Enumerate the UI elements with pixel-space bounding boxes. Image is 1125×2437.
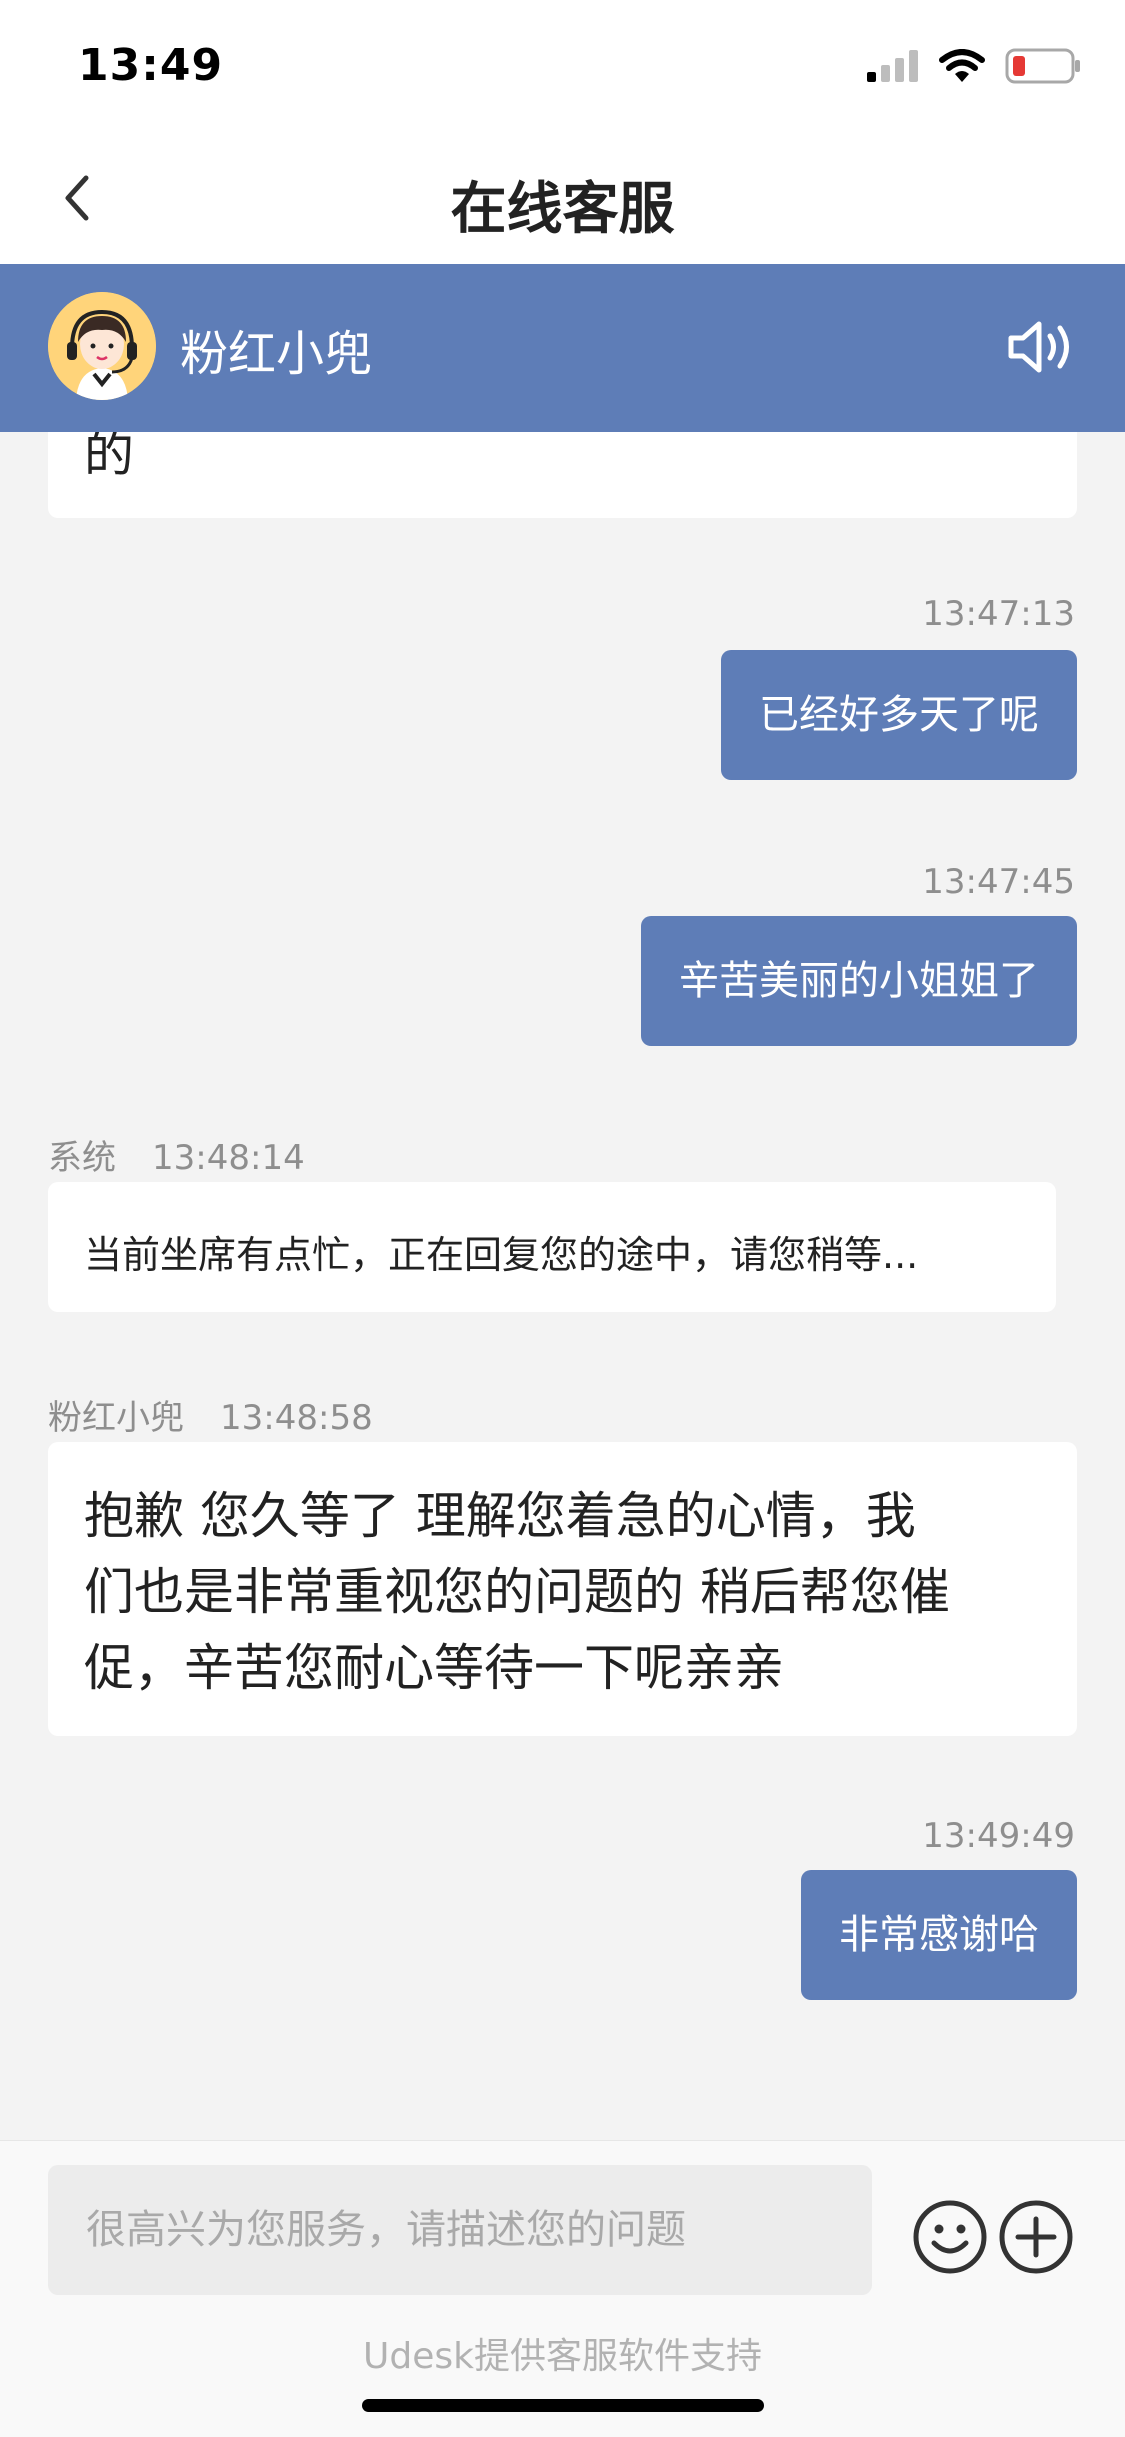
sender-name: 系统	[48, 1138, 116, 1178]
emoji-button[interactable]	[912, 2199, 988, 2275]
message-text: 当前坐席有点忙，正在回复您的途中，请您稍等...	[84, 1233, 919, 1277]
message-line: 们也是非常重视您的问题的 稍后帮您催	[84, 1563, 950, 1621]
agent-header: 粉红小兜	[0, 264, 1125, 432]
message-text: 抱歉 您久等了 理解您着急的心情，我 们也是非常重视您的问题的 稍后帮您催 促，…	[84, 1478, 950, 1706]
footer-text: Udesk提供客服软件支持	[363, 2336, 762, 2377]
sender-name: 粉红小兜	[48, 1398, 184, 1438]
emoji-icon	[913, 2200, 987, 2274]
battery-icon	[1005, 48, 1080, 84]
chat-messages[interactable]: 的 13:47:13 已经好多天了呢 13:47:45 辛苦美丽的小姐姐了 系统…	[0, 264, 1125, 2140]
user-message-bubble: 非常感谢哈	[801, 1870, 1077, 2000]
user-message-bubble: 辛苦美丽的小姐姐了	[641, 916, 1077, 1046]
nav-bar: 在线客服	[0, 132, 1125, 264]
customer-service-avatar-icon	[48, 292, 156, 400]
message-text: 已经好多天了呢	[759, 692, 1039, 738]
speaker-icon	[1008, 321, 1069, 373]
wifi-icon	[939, 49, 985, 82]
agent-name: 粉红小兜	[180, 326, 373, 382]
system-message-bubble: 当前坐席有点忙，正在回复您的途中，请您稍等...	[48, 1182, 1056, 1312]
status-time: 13:49	[78, 40, 224, 91]
agent-message-bubble: 抱歉 您久等了 理解您着急的心情，我 们也是非常重视您的问题的 稍后帮您催 促，…	[48, 1442, 1077, 1736]
message-meta: 系统 13:48:14	[48, 1130, 305, 1179]
plus-circle-icon	[999, 2200, 1073, 2274]
status-bar: 13:49	[0, 0, 1125, 132]
add-button[interactable]	[998, 2199, 1074, 2275]
input-area: Udesk提供客服软件支持	[0, 2140, 1125, 2437]
message-line: 抱歉 您久等了 理解您着急的心情，我	[84, 1487, 916, 1545]
message-text: 辛苦美丽的小姐姐了	[679, 958, 1039, 1004]
speaker-button[interactable]	[1005, 316, 1075, 378]
message-meta: 粉红小兜 13:48:58	[48, 1390, 373, 1439]
home-indicator	[362, 2399, 764, 2412]
message-timestamp: 13:47:13	[922, 594, 1075, 634]
cellular-signal-icon	[867, 50, 918, 82]
message-input[interactable]	[48, 2165, 872, 2295]
status-icons	[867, 46, 1081, 86]
message-line: 促，辛苦您耐心等待一下呢亲亲	[84, 1639, 784, 1697]
user-message-bubble: 已经好多天了呢	[721, 650, 1077, 780]
message-text: 非常感谢哈	[839, 1912, 1039, 1958]
message-timestamp: 13:49:49	[922, 1816, 1075, 1856]
message-timestamp: 13:48:58	[220, 1398, 373, 1438]
message-timestamp: 13:47:45	[922, 862, 1075, 902]
page-title: 在线客服	[450, 177, 675, 242]
agent-avatar[interactable]	[48, 292, 156, 400]
message-timestamp: 13:48:14	[152, 1138, 305, 1178]
